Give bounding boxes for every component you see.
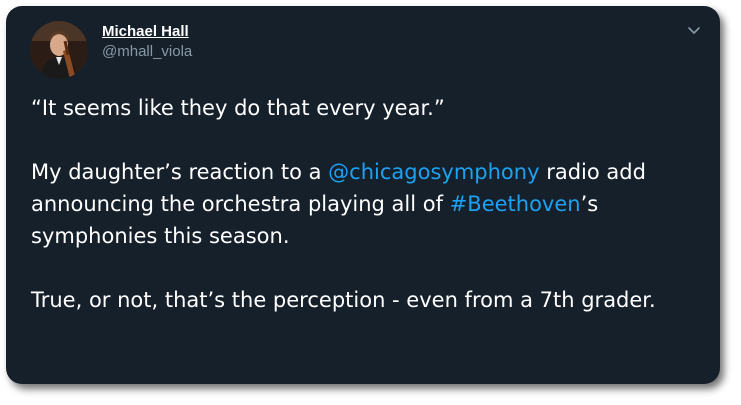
chevron-down-icon[interactable] bbox=[684, 20, 704, 40]
hashtag-link[interactable]: #Beethoven bbox=[450, 192, 581, 216]
tweet-text: “It seems like they do that every year.”… bbox=[31, 92, 706, 316]
tweet-text-segment: My daughter’s reaction to a bbox=[31, 160, 329, 184]
tweet-quote: “It seems like they do that every year.” bbox=[31, 96, 445, 120]
author-block: Michael Hall @mhall_viola bbox=[102, 23, 192, 62]
mention-link[interactable]: @chicagosymphony bbox=[328, 160, 539, 184]
avatar[interactable] bbox=[30, 21, 88, 79]
tweet-paragraph: My daughter’s reaction to a @chicagosymp… bbox=[31, 156, 706, 252]
tweet-card: Michael Hall @mhall_viola “It seems like… bbox=[6, 6, 720, 384]
author-handle[interactable]: @mhall_viola bbox=[102, 42, 192, 62]
avatar-image bbox=[30, 21, 88, 79]
tweet-closing-paragraph: True, or not, that’s the perception - ev… bbox=[31, 288, 656, 312]
author-display-name[interactable]: Michael Hall bbox=[102, 23, 192, 41]
